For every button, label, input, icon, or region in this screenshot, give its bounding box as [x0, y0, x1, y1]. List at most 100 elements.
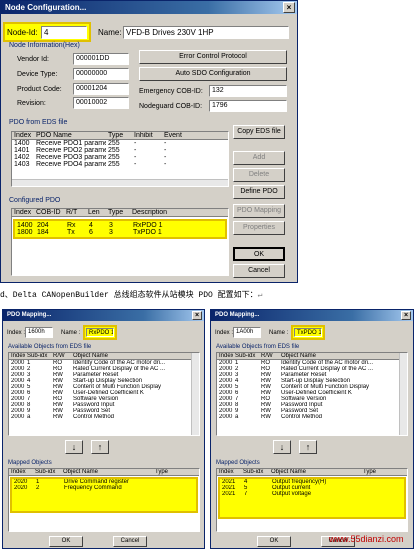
col-header: Len [88, 209, 100, 216]
table-row[interactable]: 1800 184 Tx 6 3 TxPDO 1 [15, 229, 225, 236]
properties-button[interactable]: Properties [233, 221, 285, 235]
eds-table-header: Index PDO Name Type Inhibit Event [12, 132, 228, 140]
table-row[interactable]: 2020 2 Frequency Command [12, 485, 196, 491]
nodeguard-label: Nodeguard COB-ID: [139, 103, 203, 110]
cell: 6 [89, 229, 93, 236]
dialog-title: Node Configuration... [5, 3, 87, 12]
horizontal-scrollbar[interactable] [12, 179, 228, 186]
add-button[interactable]: Add [233, 151, 285, 165]
configured-rows-highlight: 1400 204 Rx 4 3 RxPDO 1 1800 184 Tx 6 3 TxPDO 1 [13, 219, 227, 239]
table-row[interactable]: 1401 Receive PDO2 parameter255 - - [12, 147, 228, 154]
cell: Control Method [73, 414, 115, 420]
col-header: Index [14, 209, 32, 216]
ok-button[interactable]: OK [233, 247, 285, 261]
col-header: Type [108, 132, 124, 139]
close-button[interactable]: × [401, 311, 411, 320]
cell: 1403 [14, 161, 30, 168]
title-bar: Node Configuration... × [1, 1, 297, 14]
node-id-field[interactable]: 4 [41, 26, 87, 39]
vertical-scrollbar[interactable] [191, 353, 199, 435]
name-highlight: RxPDO 1 [83, 325, 117, 340]
title-bar: PDO Mapping... × [211, 310, 413, 321]
table-row[interactable]: 1400 204 Rx 4 3 RxPDO 1 [15, 222, 225, 229]
cell: Control Method [281, 414, 323, 420]
cell: Output voltage [272, 491, 312, 497]
cell: - [164, 147, 167, 154]
table-row[interactable]: 2000 a RW Control Method [217, 414, 407, 420]
mapped-table-header: Index Sub-idx Object Name Type [9, 469, 199, 476]
close-button[interactable]: × [192, 311, 202, 320]
col-header: Index [219, 469, 234, 475]
col-header: Type [363, 469, 377, 475]
available-table-header: Index Sub-idx R/W Object Name [9, 353, 199, 360]
map-down-button[interactable]: ↓ [273, 440, 291, 454]
vertical-scrollbar[interactable] [399, 353, 407, 435]
map-up-button[interactable]: ↑ [299, 440, 317, 454]
mapped-objects-label: Mapped Objects [216, 460, 260, 466]
col-header: PDO Name [36, 132, 72, 139]
index-label: Index : [7, 330, 26, 336]
mapped-objects-table[interactable]: Index Sub-idx Object Name Type 2020 1 Driv… [8, 468, 200, 532]
table-row[interactable]: 2000 a RW Control Method [9, 414, 199, 420]
name-label: Name : [269, 330, 289, 336]
device-field: 00000000 [73, 68, 129, 80]
table-row[interactable]: 1400 Receive PDO1 parameter255 - - [12, 140, 228, 147]
auto-sdo-button[interactable]: Auto SDO Configuration [139, 67, 287, 81]
cell: 1402 [14, 154, 30, 161]
map-down-button[interactable]: ↓ [65, 440, 83, 454]
available-objects-table[interactable]: Index Sub-idx R/W Object Name 2000 1 RO Ide… [216, 352, 408, 436]
vendor-label: Vendor Id: [17, 56, 49, 63]
name-field[interactable]: VFD-B Drives 230V 1HP [123, 26, 289, 39]
available-objects-label: Available Objects from EDS file [216, 344, 300, 350]
emergency-label: Emergency COB-ID: [139, 88, 203, 95]
ok-button[interactable]: OK [257, 536, 291, 547]
configured-pdo-table[interactable]: Index COB-ID R/T Len Type Description 14… [11, 208, 229, 276]
copy-eds-button[interactable]: Copy EDS file [233, 125, 285, 139]
cell: - [164, 154, 167, 161]
available-objects-label: Available Objects from EDS file [8, 344, 92, 350]
table-row[interactable]: 1403 Receive PDO4 parameter255 - - [12, 161, 228, 168]
mapped-table-header: Index Sub-idx Object Name Type [217, 469, 407, 476]
map-up-button[interactable]: ↑ [91, 440, 109, 454]
delete-button[interactable]: Delete [233, 168, 285, 182]
caption-return-arrow: ↵ [257, 291, 263, 300]
index-field: 1600h [25, 327, 53, 338]
emergency-field: 132 [209, 85, 287, 97]
table-row[interactable]: 2021 7 Output voltage [220, 491, 404, 497]
name-field: TxPDO 1 [294, 328, 322, 337]
name-label: Name: [98, 28, 122, 37]
mapped-objects-table[interactable]: Index Sub-idx Object Name Type 2021 4 Outp… [216, 468, 408, 532]
cancel-button[interactable]: Cancel [113, 536, 147, 547]
available-objects-table[interactable]: Index Sub-idx R/W Object Name 2000 1 RO Ide… [8, 352, 200, 436]
cell: 3 [109, 229, 113, 236]
index-label: Index : [215, 330, 234, 336]
define-pdo-button[interactable]: Define PDO [233, 185, 285, 199]
cell: - [164, 161, 167, 168]
col-header: Sub-idx [35, 469, 56, 475]
error-control-button[interactable]: Error Control Protocol [139, 50, 287, 64]
col-header: Index [11, 469, 26, 475]
arrow-down-icon: ↓ [71, 442, 77, 452]
name-field: RxPDO 1 [86, 328, 114, 337]
eds-pdo-table[interactable]: Index PDO Name Type Inhibit Event 1400 Re… [11, 131, 229, 187]
col-header: Type [108, 209, 124, 216]
cell: - [134, 140, 137, 147]
caption-body: d、Delta CANopenBuilder 总线组态软件从站模块 PDO 配置… [0, 291, 258, 300]
cell: 1400 [14, 140, 30, 147]
cell: Frequency Command [64, 485, 122, 491]
device-label: Device Type: [17, 71, 58, 78]
rx-pdo-mapping-dialog: PDO Mapping... × Index : 1600h Name : Rx… [2, 309, 205, 549]
name-label: Name : [61, 330, 81, 336]
close-button[interactable]: × [283, 2, 295, 13]
cell [154, 485, 184, 491]
cancel-button[interactable]: Cancel [233, 264, 285, 278]
cell: 4 [89, 222, 93, 229]
ok-button[interactable]: OK [49, 536, 83, 547]
pdo-mapping-button[interactable]: PDO Mapping [233, 204, 285, 218]
mapped-rows-highlight: 2020 1 Drive Command register 2020 2 Frequen… [10, 477, 198, 513]
index-field: 1A00h [233, 327, 261, 338]
cell: - [134, 161, 137, 168]
cell: a [27, 414, 31, 420]
revision-field: 00010002 [73, 97, 129, 109]
table-row[interactable]: 1402 Receive PDO3 parameter255 - - [12, 154, 228, 161]
